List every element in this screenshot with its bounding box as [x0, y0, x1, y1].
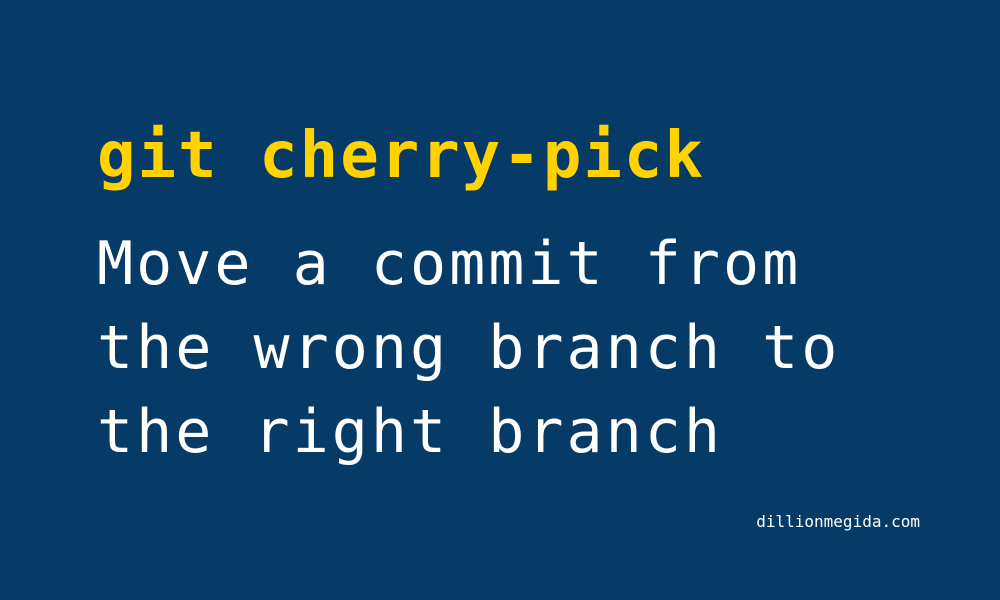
banner-subtitle: Move a commit from the wrong branch to t… [97, 222, 840, 474]
subtitle-line: the wrong branch to [97, 313, 841, 383]
subtitle-line: Move a commit from [97, 229, 802, 299]
banner-title: git cherry-pick [97, 119, 705, 193]
banner: git cherry-pick Move a commit from the w… [0, 0, 1000, 600]
subtitle-line: the right branch [97, 397, 723, 467]
website-label: dillionmegida.com [756, 512, 920, 531]
